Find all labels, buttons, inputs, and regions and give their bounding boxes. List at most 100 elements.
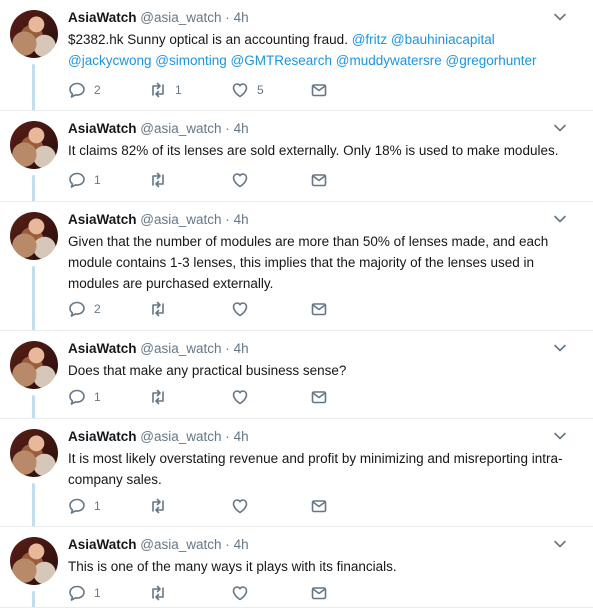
reply-count: 1: [94, 586, 101, 600]
heart-icon: [232, 499, 248, 514]
chevron-down-icon[interactable]: [553, 12, 567, 22]
retweet-button[interactable]: [149, 170, 175, 190]
retweet-button[interactable]: 1: [149, 80, 182, 100]
avatar[interactable]: [10, 537, 58, 585]
timestamp[interactable]: 4h: [234, 212, 249, 227]
tweet-header: AsiaWatch @asia_watch · 4h: [68, 211, 249, 229]
tweet[interactable]: AsiaWatch @asia_watch · 4h This is one o…: [0, 527, 593, 608]
reply-count: 2: [94, 302, 101, 316]
tweet[interactable]: AsiaWatch @asia_watch · 4h It claims 82%…: [0, 111, 593, 202]
like-button[interactable]: [231, 170, 257, 190]
timestamp[interactable]: 4h: [234, 429, 249, 444]
avatar[interactable]: [10, 341, 58, 389]
separator: ·: [225, 212, 230, 227]
tweet[interactable]: AsiaWatch @asia_watch · 4h It is most li…: [0, 419, 593, 527]
thread-line: [32, 266, 35, 331]
mention-link[interactable]: @GMTResearch: [231, 53, 332, 68]
direct-message-button[interactable]: [310, 299, 328, 319]
retweet-button[interactable]: [149, 387, 175, 407]
like-button[interactable]: [231, 387, 257, 407]
timestamp[interactable]: 4h: [234, 10, 249, 25]
mention-link[interactable]: @fritz: [352, 32, 387, 47]
avatar[interactable]: [10, 121, 58, 169]
avatar[interactable]: [10, 212, 58, 260]
timestamp[interactable]: 4h: [234, 537, 249, 552]
separator: ·: [225, 429, 230, 444]
author-handle[interactable]: @asia_watch: [140, 341, 221, 356]
author-name[interactable]: AsiaWatch: [68, 429, 137, 444]
retweet-icon: [152, 301, 164, 317]
reply-button[interactable]: 2: [68, 299, 101, 319]
timestamp[interactable]: 4h: [234, 121, 249, 136]
reply-count: 1: [94, 390, 101, 404]
reply-button[interactable]: 2: [68, 80, 101, 100]
author-handle[interactable]: @asia_watch: [140, 121, 221, 136]
direct-message-button[interactable]: [310, 583, 328, 603]
reply-icon: [69, 82, 85, 98]
author-name[interactable]: AsiaWatch: [68, 121, 137, 136]
author-name[interactable]: AsiaWatch: [68, 537, 137, 552]
author-handle[interactable]: @asia_watch: [140, 10, 221, 25]
reply-button[interactable]: 1: [68, 583, 101, 603]
chevron-down-icon[interactable]: [553, 214, 567, 224]
separator: ·: [225, 537, 230, 552]
reply-button[interactable]: 1: [68, 387, 101, 407]
tweet[interactable]: AsiaWatch @asia_watch · 4h $2382.hk Sunn…: [0, 0, 593, 111]
thread-line: [32, 64, 35, 111]
mention-link[interactable]: @jackycwong: [68, 53, 152, 68]
thread-line: [32, 175, 35, 202]
like-button[interactable]: [231, 496, 257, 516]
author-name[interactable]: AsiaWatch: [68, 10, 137, 25]
heart-icon: [232, 586, 248, 601]
author-name[interactable]: AsiaWatch: [68, 212, 137, 227]
author-name[interactable]: AsiaWatch: [68, 341, 137, 356]
reply-icon: [69, 301, 85, 317]
heart-icon: [232, 302, 248, 317]
tweet-text: $2382.hk Sunny optical is an accounting …: [68, 29, 573, 71]
reply-button[interactable]: 1: [68, 496, 101, 516]
retweet-button[interactable]: [149, 583, 175, 603]
chevron-down-icon[interactable]: [553, 539, 567, 549]
retweet-button[interactable]: [149, 299, 175, 319]
avatar[interactable]: [10, 429, 58, 477]
like-button[interactable]: [231, 583, 257, 603]
tweet[interactable]: AsiaWatch @asia_watch · 4h Given that th…: [0, 202, 593, 331]
chevron-down-icon[interactable]: [553, 343, 567, 353]
tweet-header: AsiaWatch @asia_watch · 4h: [68, 428, 249, 446]
direct-message-button[interactable]: [310, 496, 328, 516]
envelope-icon: [311, 303, 327, 316]
mention-link[interactable]: @muddywatersre: [336, 53, 442, 68]
separator: ·: [225, 341, 230, 356]
reply-count: 1: [94, 499, 101, 513]
direct-message-button[interactable]: [310, 387, 328, 407]
chevron-down-icon[interactable]: [553, 123, 567, 133]
author-handle[interactable]: @asia_watch: [140, 429, 221, 444]
mention-link[interactable]: @gregorhunter: [446, 53, 537, 68]
reply-icon: [69, 498, 85, 514]
reply-count: 1: [94, 173, 101, 187]
separator: ·: [225, 10, 230, 25]
retweet-icon: [152, 585, 164, 601]
separator: ·: [225, 121, 230, 136]
thread-line: [32, 591, 35, 608]
envelope-icon: [311, 391, 327, 404]
chevron-down-icon[interactable]: [553, 431, 567, 441]
tweet-text: Given that the number of modules are mor…: [68, 234, 549, 291]
envelope-icon: [311, 174, 327, 187]
like-button[interactable]: 5: [231, 80, 264, 100]
direct-message-button[interactable]: [310, 80, 328, 100]
retweet-button[interactable]: [149, 496, 175, 516]
like-button[interactable]: [231, 299, 257, 319]
avatar[interactable]: [10, 10, 58, 58]
thread-line: [32, 395, 35, 419]
reply-button[interactable]: 1: [68, 170, 101, 190]
timestamp[interactable]: 4h: [234, 341, 249, 356]
tweet-text: This is one of the many ways it plays wi…: [68, 559, 397, 574]
author-handle[interactable]: @asia_watch: [140, 212, 221, 227]
author-handle[interactable]: @asia_watch: [140, 537, 221, 552]
tweet[interactable]: AsiaWatch @asia_watch · 4h Does that mak…: [0, 331, 593, 419]
direct-message-button[interactable]: [310, 170, 328, 190]
retweet-icon: [152, 82, 164, 98]
mention-link[interactable]: @bauhiniacapital: [391, 32, 495, 47]
mention-link[interactable]: @simonting: [155, 53, 226, 68]
